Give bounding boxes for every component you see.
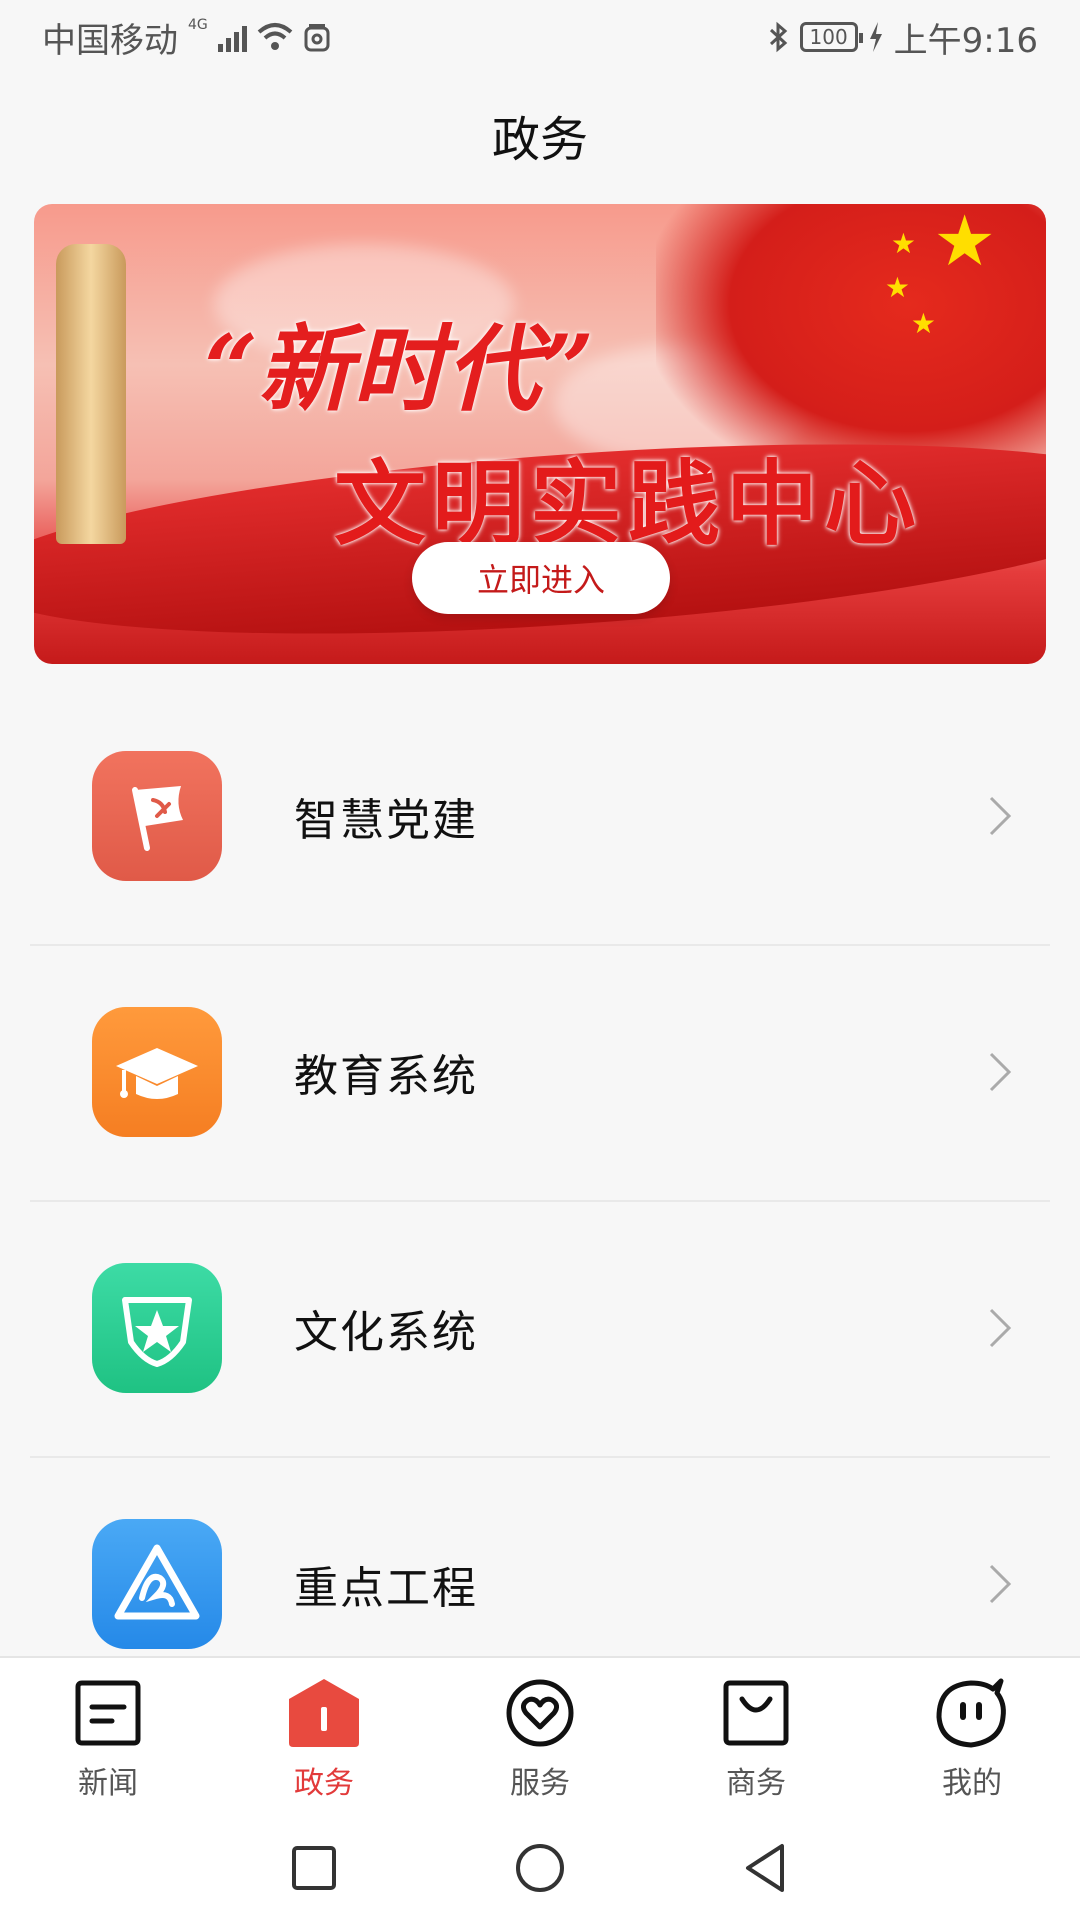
service-menu-list: 智慧党建 教育系统 文化系统 重点工程 bbox=[0, 688, 1080, 1712]
government-icon bbox=[287, 1676, 361, 1750]
recent-apps-button[interactable] bbox=[286, 1840, 342, 1896]
menu-item-smart-party[interactable]: 智慧党建 bbox=[0, 688, 1080, 944]
profile-face-icon bbox=[935, 1676, 1009, 1750]
chevron-right-icon bbox=[980, 1308, 1020, 1348]
battery-level: 100 bbox=[809, 25, 848, 49]
wifi-icon bbox=[257, 23, 293, 50]
tab-label: 商务 bbox=[726, 1766, 786, 1801]
huabiao-pillar-image bbox=[56, 244, 126, 544]
signal-icon bbox=[217, 22, 247, 52]
tab-label: 服务 bbox=[510, 1766, 570, 1801]
tab-label: 新闻 bbox=[78, 1766, 138, 1801]
back-button[interactable] bbox=[738, 1840, 794, 1896]
flag-star-icon: ★ bbox=[933, 204, 996, 282]
bottom-tab-bar: 新闻 政务 服务 商务 我的 bbox=[0, 1656, 1080, 1816]
status-right: 100 上午9:16 bbox=[768, 13, 1038, 62]
news-icon bbox=[71, 1676, 145, 1750]
home-button[interactable] bbox=[512, 1840, 568, 1896]
graduation-cap-icon bbox=[92, 1007, 222, 1137]
tab-mine[interactable]: 我的 bbox=[864, 1658, 1080, 1816]
star-shield-icon bbox=[92, 1263, 222, 1393]
banner-headline: “新时代” bbox=[204, 315, 595, 425]
menu-item-education[interactable]: 教育系统 bbox=[0, 944, 1080, 1200]
party-flag-icon bbox=[92, 751, 222, 881]
project-logo-icon bbox=[92, 1519, 222, 1649]
notification-icon bbox=[304, 24, 330, 52]
tab-government[interactable]: 政务 bbox=[216, 1658, 432, 1816]
enter-now-button[interactable]: 立即进入 bbox=[412, 542, 670, 614]
menu-label: 教育系统 bbox=[294, 1051, 478, 1102]
status-bar: 中国移动 4G 100 上午9:16 bbox=[0, 0, 1080, 74]
network-type: 4G bbox=[188, 16, 208, 33]
charging-icon bbox=[869, 22, 882, 52]
battery-icon: 100 bbox=[799, 22, 863, 52]
civilization-center-banner[interactable]: ★ ★ ★ ★ “新时代” 文明实践中心 立即进入 bbox=[34, 204, 1046, 664]
flag-star-icon: ★ bbox=[884, 271, 910, 304]
menu-label: 智慧党建 bbox=[294, 795, 478, 846]
tab-service[interactable]: 服务 bbox=[432, 1658, 648, 1816]
tab-news[interactable]: 新闻 bbox=[0, 1658, 216, 1816]
carrier-name: 中国移动 bbox=[42, 20, 178, 61]
menu-label: 文化系统 bbox=[294, 1307, 478, 1358]
bluetooth-icon bbox=[769, 21, 787, 53]
tab-label: 我的 bbox=[942, 1766, 1002, 1801]
flag-star-icon: ★ bbox=[910, 307, 936, 340]
menu-label: 重点工程 bbox=[294, 1563, 478, 1614]
service-heart-icon bbox=[503, 1676, 577, 1750]
system-navigation-bar bbox=[0, 1816, 1080, 1920]
tab-label: 政务 bbox=[294, 1766, 354, 1801]
status-left: 中国移动 4G bbox=[42, 13, 331, 62]
chevron-right-icon bbox=[980, 1052, 1020, 1092]
tab-business[interactable]: 商务 bbox=[648, 1658, 864, 1816]
chevron-right-icon bbox=[980, 1564, 1020, 1604]
page-title: 政务 bbox=[491, 112, 588, 168]
shopping-bag-icon bbox=[719, 1676, 793, 1750]
chevron-right-icon bbox=[980, 796, 1020, 836]
menu-item-culture[interactable]: 文化系统 bbox=[0, 1200, 1080, 1456]
flag-star-icon: ★ bbox=[890, 227, 916, 260]
clock-time: 上午9:16 bbox=[893, 20, 1038, 61]
